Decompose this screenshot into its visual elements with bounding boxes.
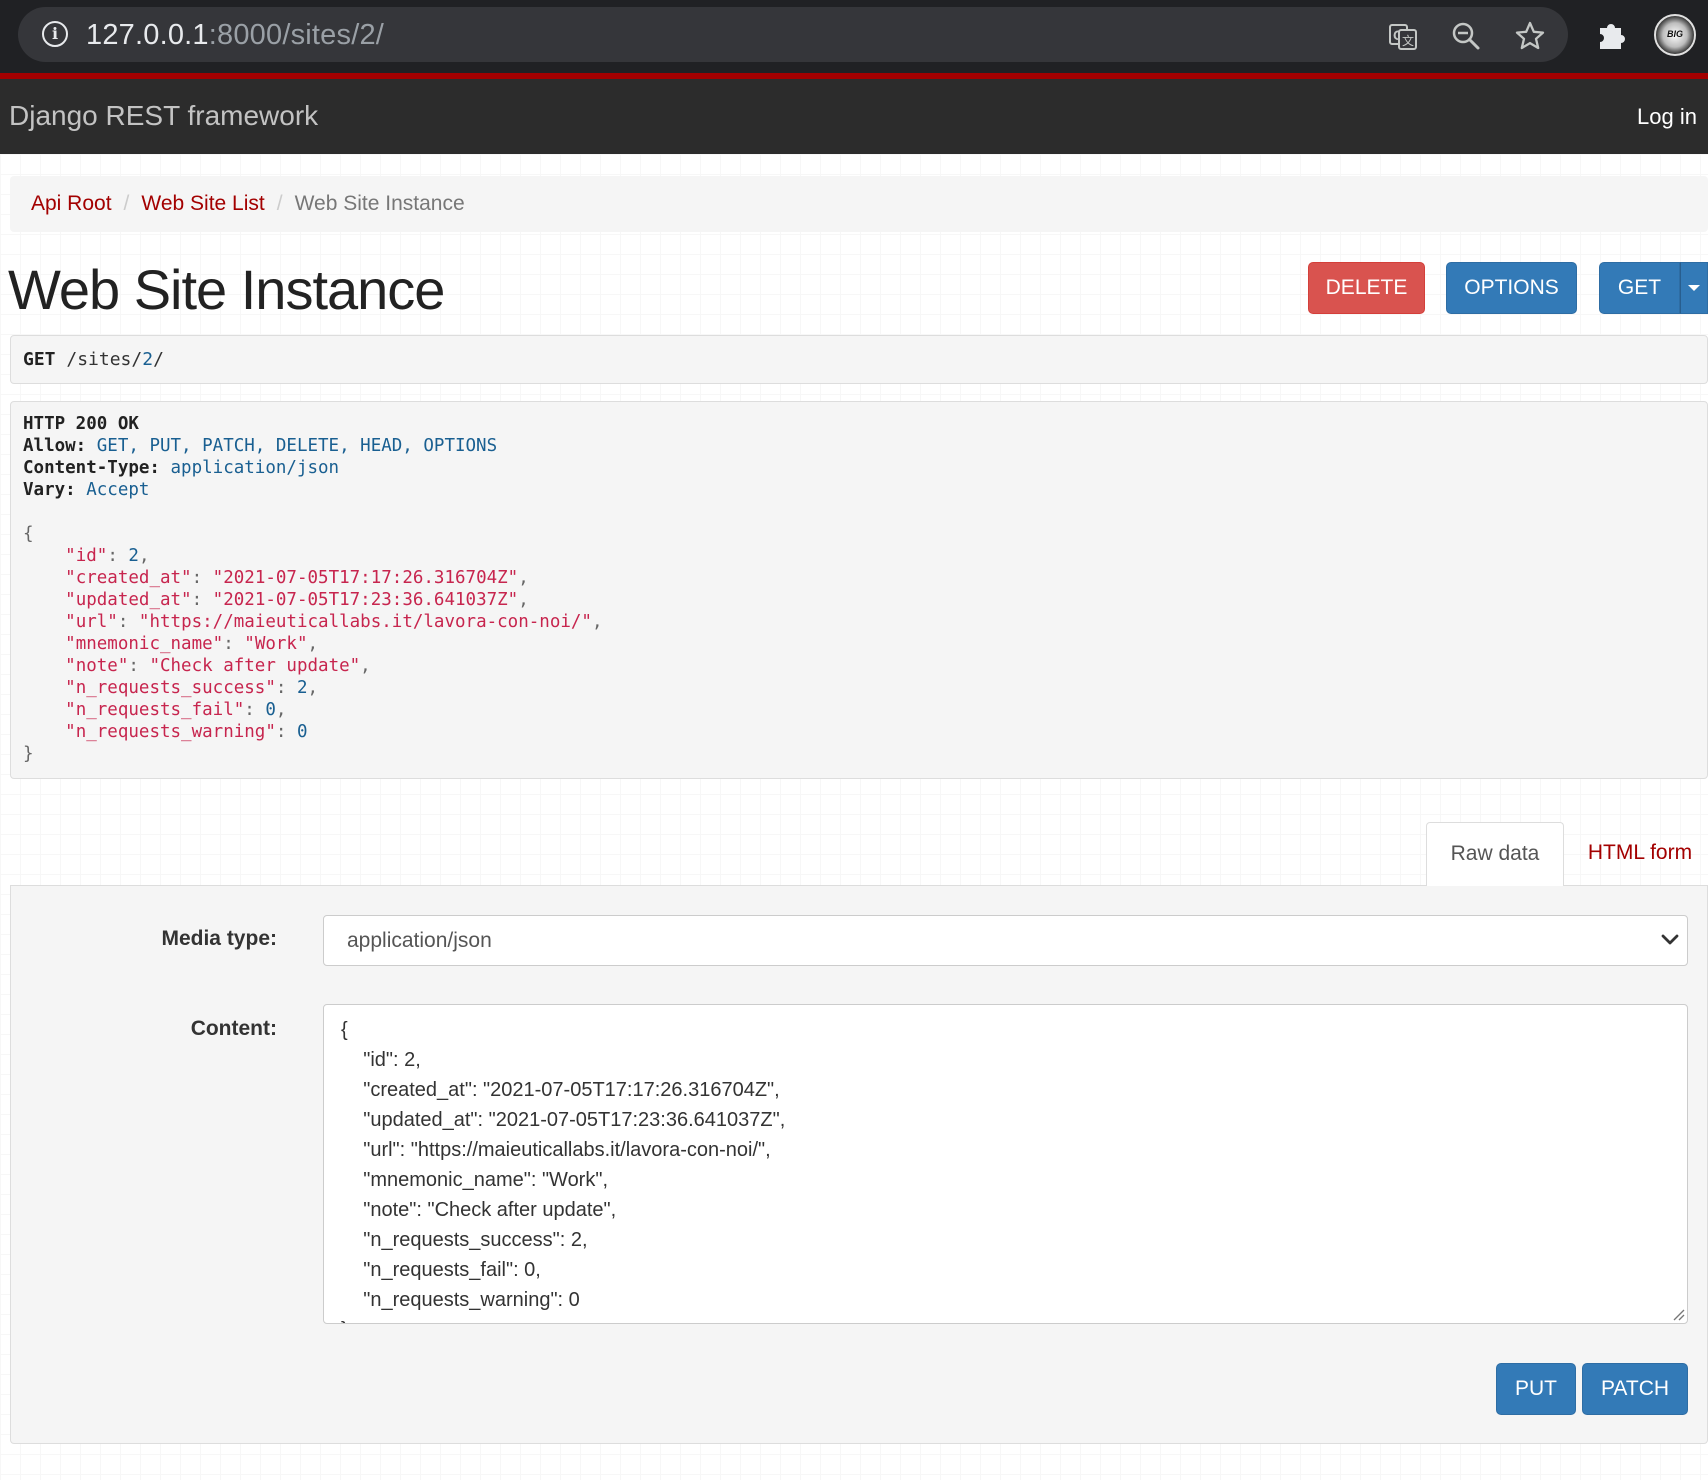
navbar: Django REST framework Log in [0, 79, 1708, 154]
json-value: 2 [296, 678, 308, 698]
star-icon[interactable] [1515, 21, 1545, 51]
header-value: application/json [170, 458, 340, 478]
header-value: Accept [86, 480, 150, 500]
tab-html-form[interactable]: HTML form [1572, 822, 1708, 884]
zoom-out-icon[interactable] [1451, 21, 1481, 51]
request-info: GET /sites/2/ [10, 335, 1708, 384]
url-host: 127.0.0.1 [86, 19, 209, 51]
json-value: 0 [265, 700, 276, 720]
json-key: "id" [65, 546, 108, 566]
header-value: GET, PUT, PATCH, DELETE, HEAD, OPTIONS [96, 436, 498, 456]
json-key: "n_requests_warning" [65, 722, 276, 742]
response-info: HTTP 200 OK Allow: GET, PUT, PATCH, DELE… [10, 401, 1708, 779]
media-type-label: Media type: [161, 927, 277, 950]
patch-button[interactable]: PATCH [1582, 1363, 1688, 1415]
get-button[interactable]: GET [1599, 262, 1680, 314]
media-type-value: application/json [347, 929, 492, 952]
breadcrumb: Api Root / Web Site List / Web Site Instance [10, 176, 1708, 232]
json-key: "note" [65, 656, 129, 676]
breadcrumb-current: Web Site Instance [294, 192, 465, 215]
json-value: 2 [128, 546, 139, 566]
url-path: :8000/sites/2/ [208, 19, 385, 51]
request-path-suffix: / [153, 349, 164, 370]
navbar-brand[interactable]: Django REST framework [9, 100, 318, 132]
json-value: 0 [296, 722, 308, 742]
json-key: "n_requests_success" [65, 678, 276, 698]
request-path-id: 2 [142, 349, 154, 370]
request-path-prefix: /sites/ [66, 349, 143, 370]
tab-raw-data[interactable]: Raw data [1426, 822, 1564, 886]
json-key: "mnemonic_name" [65, 634, 224, 654]
caret-down-icon [1688, 285, 1700, 292]
translate-icon[interactable]: G 文 [1388, 21, 1418, 51]
media-type-select[interactable]: application/json [323, 915, 1688, 966]
avatar-text: BIG DATA [1666, 29, 1683, 39]
json-key: "url" [65, 612, 118, 632]
breadcrumb-separator: / [123, 192, 130, 215]
content-textarea[interactable]: { "id": 2, "created_at": "2021-07-05T17:… [323, 1004, 1688, 1324]
response-status: HTTP 200 OK [23, 414, 139, 434]
options-button[interactable]: OPTIONS [1446, 262, 1577, 314]
url-text[interactable]: 127.0.0.1:8000/sites/2/ [86, 19, 384, 52]
breadcrumb-api-root[interactable]: Api Root [31, 192, 112, 215]
address-bar[interactable]: i 127.0.0.1:8000/sites/2/ G 文 [18, 7, 1568, 62]
svg-text:文: 文 [1402, 33, 1414, 48]
json-value: "Work" [244, 634, 308, 654]
json-value: "Check after update" [149, 656, 361, 676]
get-format-dropdown[interactable] [1680, 262, 1708, 314]
resize-grip-icon[interactable] [1671, 1307, 1685, 1321]
content-textarea-value: { "id": 2, "created_at": "2021-07-05T17:… [341, 1019, 786, 1323]
put-button[interactable]: PUT [1496, 1363, 1576, 1415]
browser-toolbar: i 127.0.0.1:8000/sites/2/ G 文 BIG DATA [0, 0, 1708, 73]
breadcrumb-web-site-list[interactable]: Web Site List [141, 192, 264, 215]
extensions-icon[interactable] [1594, 18, 1628, 52]
json-key: "n_requests_fail" [65, 700, 245, 720]
profile-avatar[interactable]: BIG DATA [1654, 14, 1696, 56]
request-method: GET [23, 349, 56, 370]
chevron-down-icon [1661, 934, 1679, 945]
json-key: "created_at" [65, 568, 192, 588]
header-key: Allow: [23, 436, 87, 456]
json-key: "updated_at" [65, 590, 192, 610]
login-link[interactable]: Log in [1637, 104, 1697, 130]
header-key: Content-Type: [23, 458, 160, 478]
content-label: Content: [190, 1017, 277, 1040]
json-value: "https://maieuticallabs.it/lavora-con-no… [138, 612, 592, 632]
json-value: "2021-07-05T17:23:36.641037Z" [212, 590, 519, 610]
header-key: Vary: [23, 480, 76, 500]
info-icon[interactable]: i [42, 21, 68, 47]
breadcrumb-separator: / [276, 192, 283, 215]
delete-button[interactable]: DELETE [1308, 262, 1425, 314]
json-value: "2021-07-05T17:17:26.316704Z" [212, 568, 519, 588]
page-title: Web Site Instance [8, 258, 445, 321]
